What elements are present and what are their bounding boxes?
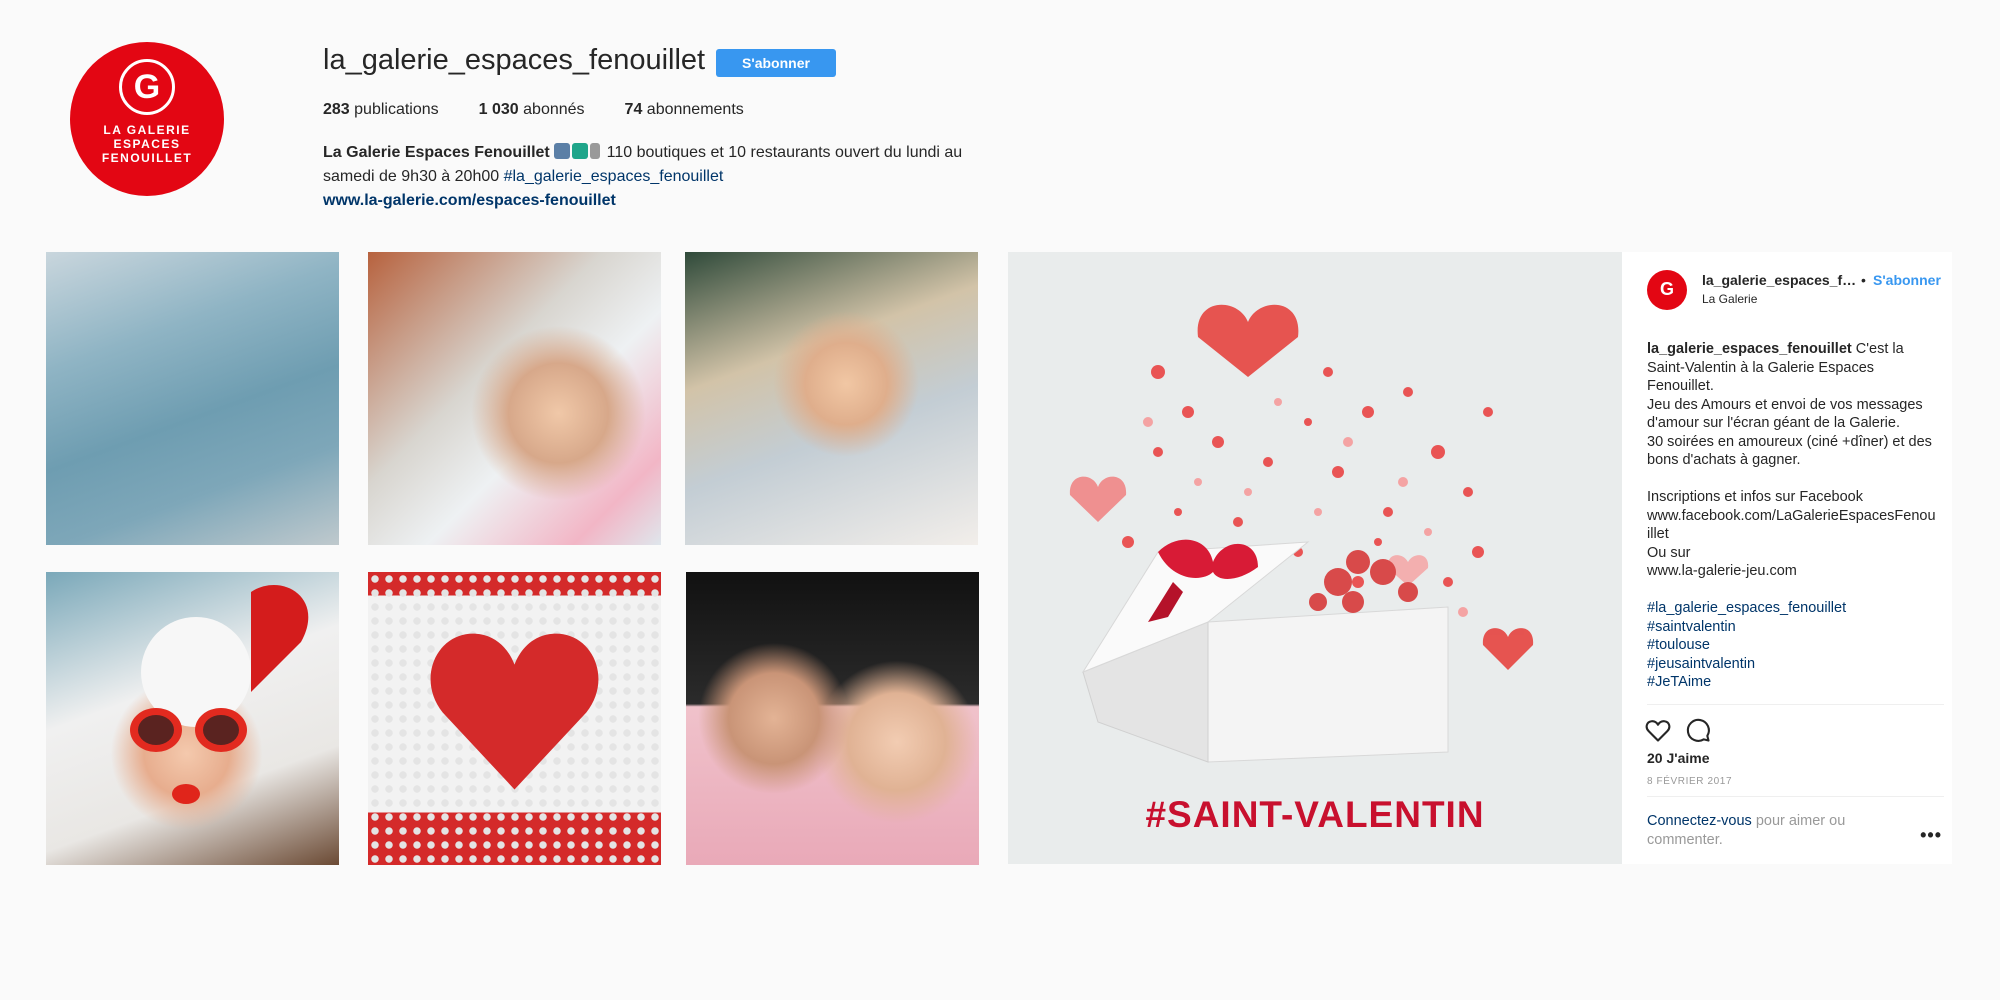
post-username[interactable]: la_galerie_espaces_fenouillet xyxy=(1702,272,1857,288)
profile-stats: 283 publications 1 030 abonnés 74 abonne… xyxy=(323,101,744,119)
bio-name: La Galerie Espaces Fenouillet xyxy=(323,144,550,161)
hashtag-link[interactable]: #toulouse xyxy=(1647,636,1937,655)
post-avatar[interactable]: G xyxy=(1647,270,1687,310)
dot-separator: • xyxy=(1861,272,1866,288)
shop-emoji-icon xyxy=(554,143,571,159)
caption-line-3: 30 soirées en amoureux (ciné +dîner) et … xyxy=(1647,433,1932,469)
hashtag-link[interactable]: #jeusaintvalentin xyxy=(1647,655,1937,674)
cutlery-emoji-icon xyxy=(590,143,601,159)
posts-label: publications xyxy=(354,101,439,118)
post-actions xyxy=(1644,716,1712,744)
more-options-icon[interactable]: ••• xyxy=(1920,826,1942,844)
logo-line-1: LA GALERIE xyxy=(103,123,191,137)
profile-bio: La Galerie Espaces Fenouillet 110 boutiq… xyxy=(323,141,963,213)
following-label: abonnements xyxy=(646,101,744,118)
caption-game-url: www.la-galerie-jeu.com xyxy=(1647,563,1797,579)
post-side-panel: G la_galerie_espaces_fenouillet • S'abon… xyxy=(1622,252,1952,864)
caption-line-6: Ou sur xyxy=(1647,544,1691,561)
hashtag-link[interactable]: #la_galerie_espaces_fenouillet xyxy=(1647,599,1937,618)
bio-website-link[interactable]: www.la-galerie.com/espaces-fenouillet xyxy=(323,189,963,213)
galerie-logo-letter: G xyxy=(119,59,175,115)
grid-post-mittens[interactable] xyxy=(46,252,339,545)
profile-avatar[interactable]: G LA GALERIE ESPACES FENOUILLET xyxy=(70,42,224,196)
caption-facebook-url: www.facebook.com/LaGalerieEspacesFenouil… xyxy=(1647,507,1936,543)
following-stat[interactable]: 74 abonnements xyxy=(625,101,744,119)
hashtag-link[interactable]: #saintvalentin xyxy=(1647,618,1937,637)
post-date: 8 FÉVRIER 2017 xyxy=(1647,776,1733,787)
login-prompt: Connectez-vous pour aimer ou commenter. xyxy=(1647,812,1907,849)
valentine-gift-illustration xyxy=(1069,304,1534,763)
following-count: 74 xyxy=(624,101,643,118)
grid-post-woman-heart[interactable] xyxy=(46,572,339,865)
post-image-hashtag: #SAINT-VALENTIN xyxy=(1145,794,1485,835)
caption-line-2: Jeu des Amours et envoi de vos messages … xyxy=(1647,396,1923,432)
heart-icon[interactable] xyxy=(1644,716,1672,744)
posts-stat: 283 publications xyxy=(323,101,439,119)
divider xyxy=(1647,796,1944,797)
logo-line-3: FENOUILLET xyxy=(101,151,193,165)
comment-icon[interactable] xyxy=(1684,716,1712,744)
knitted-heart-illustration xyxy=(430,633,599,790)
followers-stat[interactable]: 1 030 abonnés xyxy=(479,101,585,119)
caption-spacer-2 xyxy=(1647,581,1937,600)
logo-line-2: ESPACES xyxy=(113,137,181,151)
divider xyxy=(1647,704,1944,705)
grid-post-couple-snow[interactable] xyxy=(368,252,661,545)
heart-glasses-illustration xyxy=(130,585,309,804)
dress-emoji-icon xyxy=(572,143,589,159)
post-header: G la_galerie_espaces_fenouillet • S'abon… xyxy=(1647,270,1944,310)
grid-post-couple-hats[interactable] xyxy=(685,252,978,545)
login-link[interactable]: Connectez-vous xyxy=(1647,813,1752,829)
profile-page: G LA GALERIE ESPACES FENOUILLET la_galer… xyxy=(0,0,2000,1000)
followers-label: abonnés xyxy=(523,101,585,118)
hashtag-link[interactable]: #JeTAime xyxy=(1647,673,1937,692)
followers-count: 1 030 xyxy=(478,101,519,118)
likes-count[interactable]: 20 J'aime xyxy=(1647,750,1710,766)
bio-hashtag-link[interactable]: #la_galerie_espaces_fenouillet xyxy=(504,168,724,185)
post-follow-button[interactable]: S'abonner xyxy=(1873,272,1941,288)
posts-count: 283 xyxy=(323,101,350,118)
follow-button[interactable]: S'abonner xyxy=(716,49,836,77)
post-location[interactable]: La Galerie xyxy=(1702,292,1757,306)
post-caption: la_galerie_espaces_fenouillet C'est la S… xyxy=(1647,340,1937,702)
grid-post-couple-portrait[interactable] xyxy=(686,572,979,865)
caption-line-4: Inscriptions et infos sur Facebook xyxy=(1647,489,1863,505)
profile-username: la_galerie_espaces_fenouillet xyxy=(323,44,706,76)
caption-username[interactable]: la_galerie_espaces_fenouillet xyxy=(1647,341,1852,357)
grid-post-knitted-heart[interactable] xyxy=(368,572,661,865)
post-image-valentine[interactable]: #SAINT-VALENTIN xyxy=(1008,252,1622,864)
